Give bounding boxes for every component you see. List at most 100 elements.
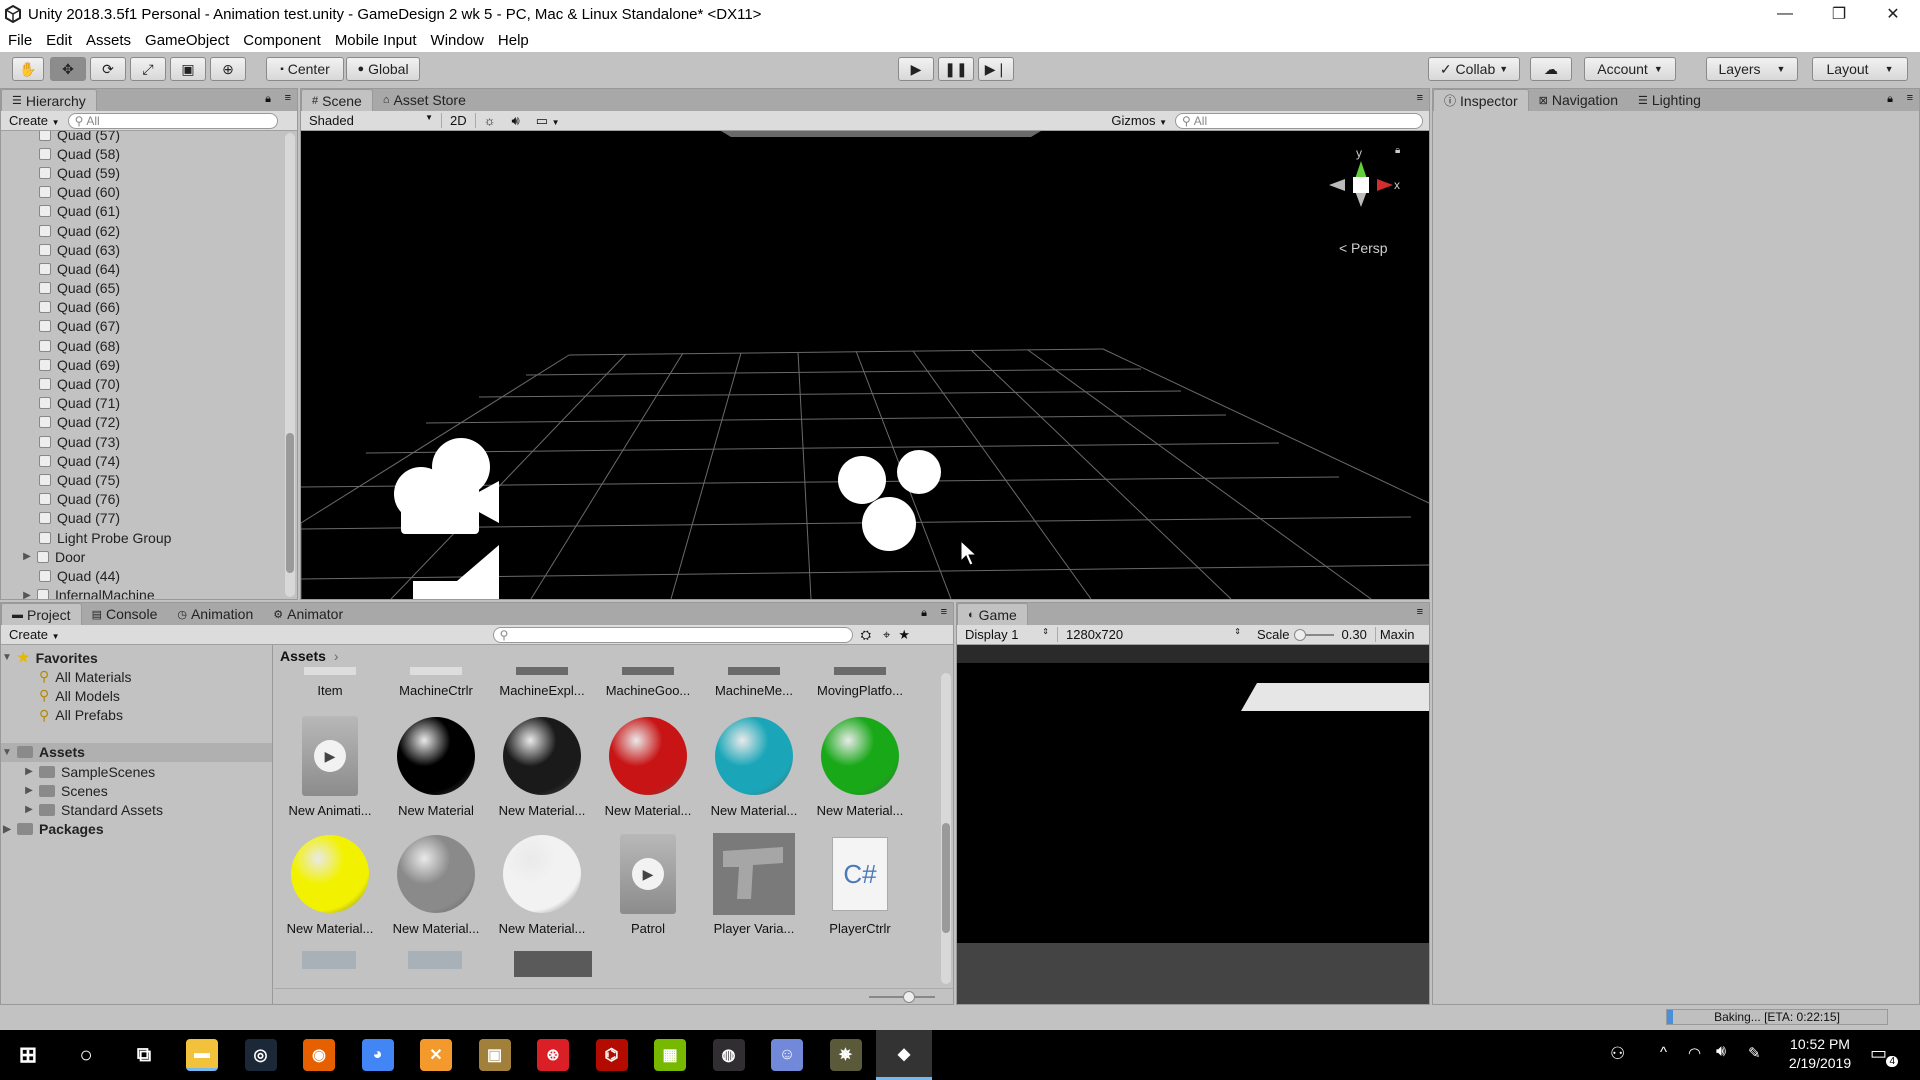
folder-standard-assets[interactable]: ▶ Standard Assets <box>1 800 272 819</box>
asset-item[interactable]: MachineExpl... <box>492 667 592 698</box>
assets-folder-item[interactable]: ▼ Assets <box>1 742 272 762</box>
lighting-toggle[interactable]: ☼ <box>476 113 504 128</box>
panel-menu-icon[interactable]: ≡ <box>1417 92 1423 104</box>
layers-dropdown[interactable]: Layers ▼ <box>1706 57 1798 81</box>
tab-lighting[interactable]: ☰ Lighting <box>1628 89 1711 111</box>
asset-thumbnail-partial[interactable] <box>408 951 462 969</box>
scene-orientation-gizmo[interactable]: y x 🔒︎ <box>1329 145 1400 207</box>
hierarchy-item[interactable]: Quad (77) <box>1 509 283 528</box>
folder-scenes[interactable]: ▶ Scenes <box>1 781 272 800</box>
menu-edit[interactable]: Edit <box>46 32 72 49</box>
asset-item[interactable]: C# PlayerCtrlr <box>810 833 910 936</box>
taskbar-app-obs[interactable]: ◍ <box>712 1039 745 1071</box>
hierarchy-item[interactable]: Quad (64) <box>1 259 283 278</box>
tab-game[interactable]: ◐ Game <box>957 603 1028 625</box>
tab-animation[interactable]: ◷ Animation <box>167 603 263 625</box>
asset-item[interactable]: New Material... <box>386 833 486 936</box>
transform-tool-button[interactable]: ⊕ <box>210 57 246 81</box>
asset-item[interactable]: Item <box>280 667 380 698</box>
panel-menu-icon[interactable]: ≡ <box>941 606 947 618</box>
panel-menu-icon[interactable]: ≡ <box>285 92 291 104</box>
hierarchy-item[interactable]: Quad (44) <box>1 566 283 585</box>
favorites-item[interactable]: ▼ ★ Favorites <box>1 648 272 667</box>
tab-project[interactable]: ▬ Project <box>1 603 82 625</box>
folder-samplescenes[interactable]: ▶ SampleScenes <box>1 762 272 781</box>
wifi-icon[interactable]: ◠ <box>1688 1044 1701 1062</box>
expand-arrow-icon[interactable]: ▼ <box>1 747 13 758</box>
minimize-button[interactable]: — <box>1758 0 1812 28</box>
favorite-all-prefabs[interactable]: ⚲ All Prefabs <box>1 706 272 725</box>
packages-folder-item[interactable]: ▶ Packages <box>1 820 272 839</box>
tab-navigation[interactable]: ⊠ Navigation <box>1529 89 1628 111</box>
icon-size-slider[interactable] <box>869 996 935 998</box>
asset-thumbnail-partial[interactable] <box>302 951 356 969</box>
search-by-label-button[interactable]: ⌖ <box>879 627 894 643</box>
rotate-tool-button[interactable]: ⟳ <box>90 57 126 81</box>
lock-icon[interactable]: 🔒︎ <box>265 93 271 106</box>
asset-item[interactable]: ▶ New Animati... <box>280 715 380 818</box>
scrollbar-thumb[interactable] <box>286 433 294 573</box>
hierarchy-item[interactable]: Quad (72) <box>1 413 283 432</box>
taskbar-app-app-box[interactable]: ▣ <box>478 1039 511 1071</box>
hierarchy-item[interactable]: Quad (61) <box>1 202 283 221</box>
hierarchy-item[interactable]: Quad (75) <box>1 470 283 489</box>
scale-slider[interactable] <box>1293 628 1334 641</box>
menu-mobile-input[interactable]: Mobile Input <box>335 32 417 49</box>
pivot-global-button[interactable]: ● Global <box>346 57 420 81</box>
panel-menu-icon[interactable]: ≡ <box>1907 92 1913 104</box>
menu-window[interactable]: Window <box>431 32 484 49</box>
scale-slider-knob[interactable] <box>1293 628 1306 641</box>
menu-gameobject[interactable]: GameObject <box>145 32 229 49</box>
scene-search-input[interactable]: ⚲ All <box>1175 112 1423 129</box>
rect-tool-button[interactable]: ▣ <box>170 57 206 81</box>
expand-arrow-icon[interactable]: ▶ <box>1 824 13 835</box>
asset-item[interactable]: New Material... <box>280 833 380 936</box>
search-button[interactable]: ○ <box>70 1039 102 1071</box>
asset-item[interactable]: New Material... <box>492 715 592 818</box>
expand-arrow-icon[interactable]: ▶ <box>23 804 35 815</box>
clock[interactable]: 10:52 PM 2/19/2019 <box>1782 1036 1858 1071</box>
taskbar-app-firefox[interactable]: ◉ <box>303 1039 335 1071</box>
step-button[interactable]: ▶❘ <box>978 57 1014 81</box>
game-view[interactable] <box>957 645 1429 1004</box>
asset-item[interactable]: MovingPlatfo... <box>810 667 910 698</box>
display-dropdown[interactable]: Display 1 ⇕ <box>957 627 1057 642</box>
hierarchy-item[interactable]: Quad (68) <box>1 336 283 355</box>
panel-menu-icon[interactable]: ≡ <box>1417 606 1423 618</box>
taskbar-app-app-star[interactable]: ✵ <box>829 1039 862 1071</box>
hierarchy-item[interactable]: Quad (67) <box>1 317 283 336</box>
project-create-button[interactable]: Create ▼ <box>1 627 68 642</box>
hierarchy-item[interactable]: Quad (70) <box>1 374 283 393</box>
resolution-dropdown[interactable]: 1280x720 ⇕ <box>1057 627 1249 642</box>
hierarchy-item[interactable]: Quad (76) <box>1 490 283 509</box>
hierarchy-item[interactable]: Light Probe Group <box>1 528 283 547</box>
tab-animator[interactable]: ⚙ Animator <box>263 603 353 625</box>
search-by-type-button[interactable]: ⛭ <box>853 627 879 643</box>
taskbar-app-creative-cloud[interactable]: ⊛ <box>537 1039 569 1071</box>
pause-button[interactable]: ❚❚ <box>938 57 974 81</box>
hierarchy-item[interactable]: Quad (58) <box>1 144 283 163</box>
persp-label[interactable]: Persp <box>1351 240 1388 256</box>
asset-item[interactable]: Player Varia... <box>704 833 804 936</box>
lock-icon[interactable]: 🔒︎ <box>921 607 927 620</box>
favorite-all-models[interactable]: ⚲ All Models <box>1 686 272 705</box>
taskbar-app-chrome[interactable]: ◕ <box>361 1039 394 1071</box>
menu-help[interactable]: Help <box>498 32 529 49</box>
asset-item[interactable]: MachineMe... <box>704 667 804 698</box>
shading-mode-dropdown[interactable]: Shaded ▼ <box>301 113 441 128</box>
pen-icon[interactable]: ✎ <box>1748 1044 1761 1062</box>
close-button[interactable]: ✕ <box>1866 0 1920 28</box>
expand-arrow-icon[interactable]: ▼ <box>1 652 13 663</box>
asset-item[interactable]: New Material... <box>704 715 804 818</box>
audio-toggle[interactable]: 🔊︎ <box>504 113 528 129</box>
hierarchy-scrollbar[interactable] <box>285 133 295 597</box>
hand-tool-button[interactable]: ✋ <box>12 57 44 81</box>
play-button[interactable]: ▶ <box>898 57 934 81</box>
hierarchy-create-button[interactable]: Create ▼ <box>1 113 68 128</box>
chevron-up-icon[interactable]: ^ <box>1660 1044 1667 1061</box>
project-search-input[interactable]: ⚲ <box>492 626 853 643</box>
move-tool-button[interactable]: ✥ <box>50 57 86 81</box>
people-icon[interactable]: ⚇ <box>1610 1044 1625 1064</box>
taskbar-app-acrobat[interactable]: ⌬ <box>595 1039 628 1071</box>
maximize-on-play-button[interactable]: Maxin <box>1374 627 1419 642</box>
